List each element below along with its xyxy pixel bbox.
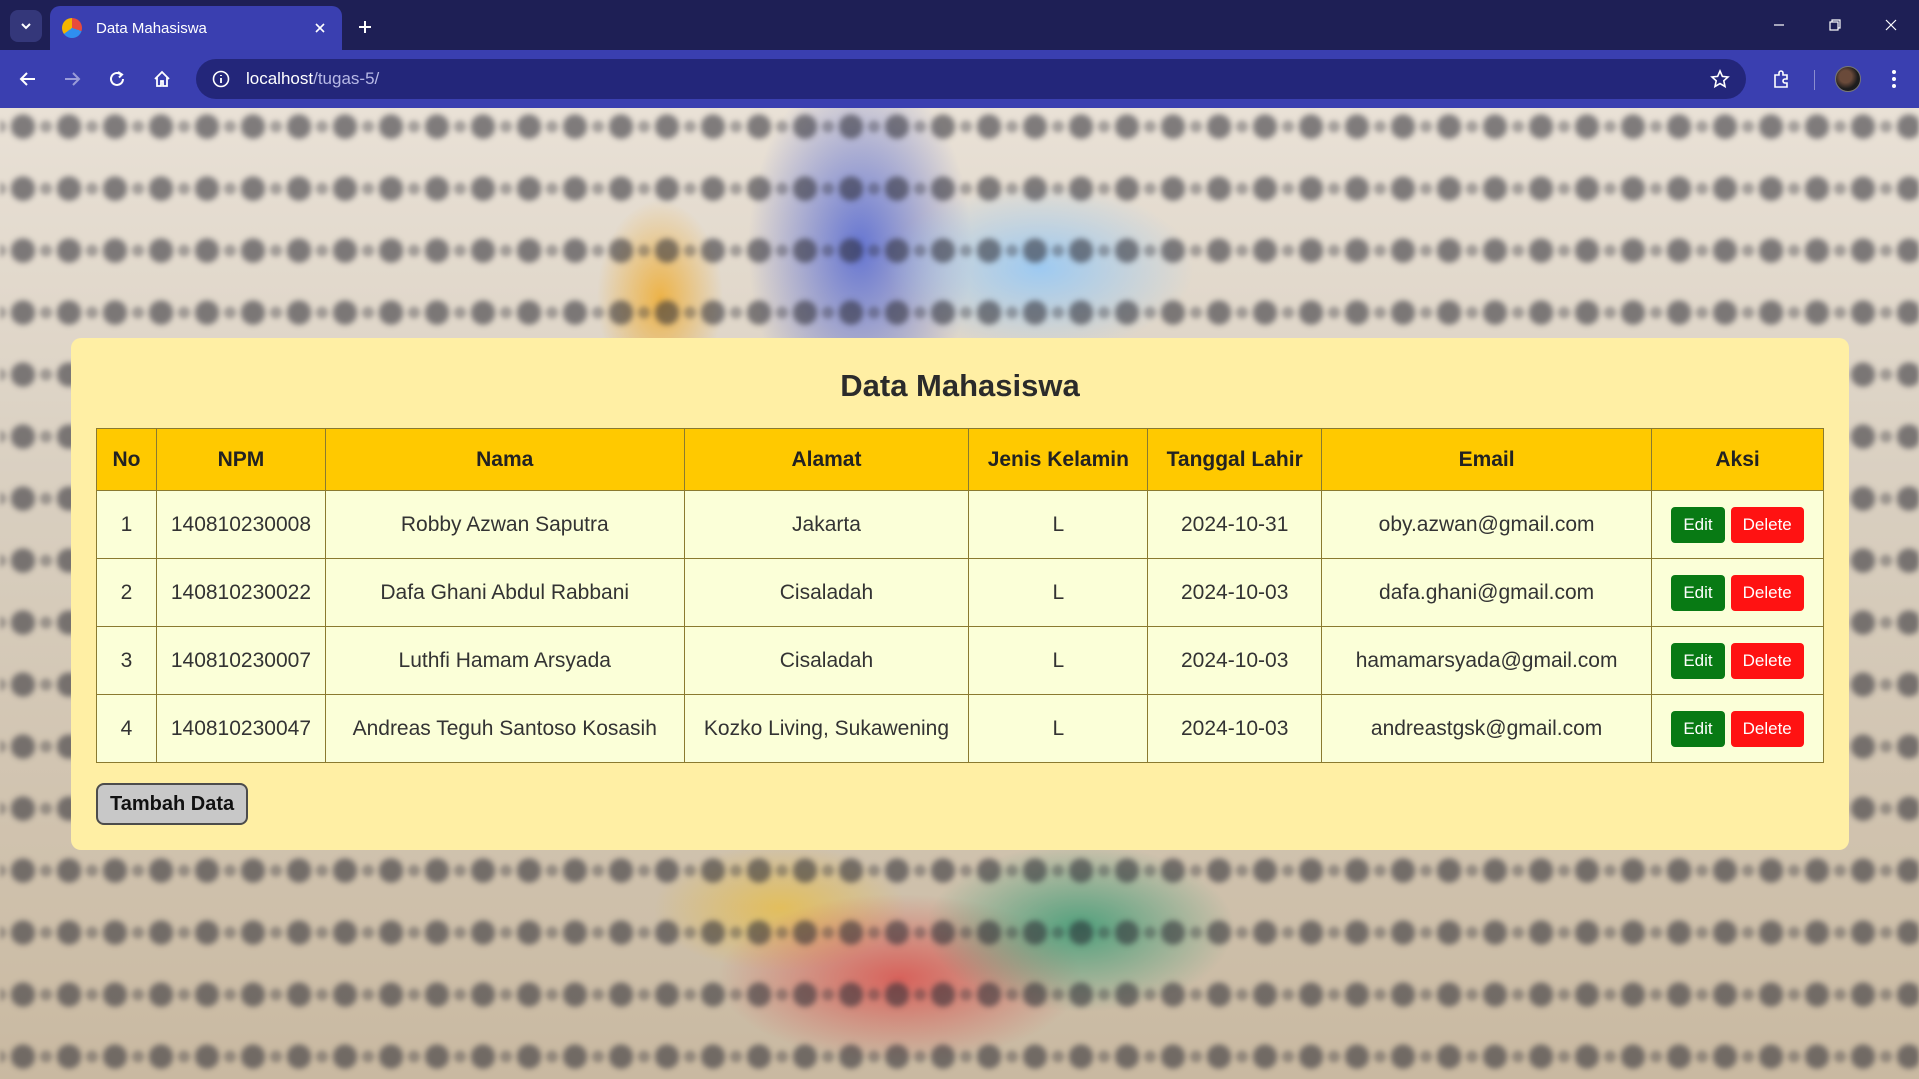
table-row: 2 140810230022 Dafa Ghani Abdul Rabbani …	[96, 558, 1824, 627]
cell-no: 2	[96, 558, 157, 627]
header-alamat: Alamat	[683, 428, 970, 491]
cell-alamat: Jakarta	[683, 490, 970, 559]
cell-nama: Dafa Ghani Abdul Rabbani	[324, 558, 685, 627]
cell-nama: Robby Azwan Saputra	[324, 490, 685, 559]
cell-tanggal-lahir: 2024-10-03	[1147, 626, 1323, 695]
cell-alamat: Kozko Living, Sukawening	[683, 694, 970, 763]
header-jenis-kelamin: Jenis Kelamin	[968, 428, 1149, 491]
cell-jenis-kelamin: L	[968, 558, 1149, 627]
tab-bar: Data Mahasiswa	[0, 0, 1919, 50]
home-icon	[154, 70, 170, 87]
browser-toolbar: localhost/tugas-5/	[0, 50, 1919, 108]
minimize-button[interactable]	[1751, 0, 1807, 50]
cell-jenis-kelamin: L	[968, 626, 1149, 695]
page-title: Data Mahasiswa	[840, 368, 1080, 403]
back-button[interactable]	[12, 63, 44, 95]
table-row: 1 140810230008 Robby Azwan Saputra Jakar…	[96, 490, 1824, 559]
cell-email: hamamarsyada@gmail.com	[1321, 626, 1653, 695]
delete-button[interactable]: Delete	[1730, 642, 1804, 679]
table-row: 3 140810230007 Luthfi Hamam Arsyada Cisa…	[96, 626, 1824, 695]
tab-close-button[interactable]	[310, 18, 330, 38]
toolbar-divider	[1814, 70, 1815, 90]
menu-icon	[1892, 70, 1896, 88]
cell-aksi: Edit Delete	[1651, 626, 1824, 695]
header-email: Email	[1321, 428, 1653, 491]
cell-email: oby.azwan@gmail.com	[1321, 490, 1653, 559]
plus-icon	[359, 21, 371, 33]
cell-alamat: Cisaladah	[683, 558, 970, 627]
add-data-button[interactable]: Tambah Data	[96, 783, 249, 825]
restore-icon	[1829, 19, 1841, 31]
cell-tanggal-lahir: 2024-10-31	[1147, 490, 1323, 559]
back-icon	[19, 72, 35, 86]
edit-button[interactable]: Edit	[1671, 710, 1725, 747]
cell-jenis-kelamin: L	[968, 490, 1149, 559]
restore-button[interactable]	[1807, 0, 1863, 50]
window-controls	[1751, 0, 1919, 50]
address-bar[interactable]: localhost/tugas-5/	[196, 59, 1746, 99]
cell-jenis-kelamin: L	[968, 694, 1149, 763]
star-icon	[1710, 69, 1730, 89]
delete-button[interactable]: Delete	[1730, 710, 1804, 747]
cell-aksi: Edit Delete	[1651, 490, 1824, 559]
cell-email: dafa.ghani@gmail.com	[1321, 558, 1653, 627]
window-close-button[interactable]	[1863, 0, 1919, 50]
delete-button[interactable]: Delete	[1730, 506, 1804, 543]
cell-no: 4	[96, 694, 157, 763]
tab-title: Data Mahasiswa	[96, 19, 207, 37]
cell-aksi: Edit Delete	[1651, 558, 1824, 627]
new-tab-button[interactable]	[350, 12, 380, 42]
delete-button[interactable]: Delete	[1730, 574, 1804, 611]
favicon-icon	[62, 18, 82, 38]
table-header-row: No NPM Nama Alamat Jenis Kelamin Tanggal…	[96, 428, 1824, 491]
cell-npm: 140810230022	[155, 558, 326, 627]
minimize-icon	[1774, 24, 1784, 26]
url-host: localhost	[246, 69, 314, 88]
forward-button[interactable]	[56, 63, 88, 95]
edit-button[interactable]: Edit	[1671, 506, 1725, 543]
forward-icon	[65, 72, 81, 86]
cell-alamat: Cisaladah	[683, 626, 970, 695]
header-nama: Nama	[324, 428, 685, 491]
close-icon	[315, 23, 325, 33]
home-button[interactable]	[146, 63, 178, 95]
bookmark-button[interactable]	[1708, 67, 1732, 91]
cell-nama: Andreas Teguh Santoso Kosasih	[324, 694, 685, 763]
cell-email: andreastgsk@gmail.com	[1321, 694, 1653, 763]
cell-npm: 140810230007	[155, 626, 326, 695]
extensions-button[interactable]	[1765, 63, 1797, 95]
reload-button[interactable]	[101, 63, 133, 95]
header-npm: NPM	[155, 428, 326, 491]
extensions-icon	[1774, 70, 1788, 88]
header-no: No	[96, 428, 157, 491]
cell-tanggal-lahir: 2024-10-03	[1147, 694, 1323, 763]
browser-menu-button[interactable]	[1878, 63, 1910, 95]
cell-no: 1	[96, 490, 157, 559]
student-table: No NPM Nama Alamat Jenis Kelamin Tanggal…	[96, 428, 1824, 763]
data-card: Data Mahasiswa No NPM Nama Alamat Jenis …	[71, 338, 1849, 850]
chevron-down-icon	[21, 23, 31, 30]
cell-nama: Luthfi Hamam Arsyada	[324, 626, 685, 695]
window-close-icon	[1885, 19, 1897, 31]
browser-tab[interactable]: Data Mahasiswa	[50, 6, 342, 50]
profile-avatar[interactable]	[1835, 66, 1861, 92]
cell-tanggal-lahir: 2024-10-03	[1147, 558, 1323, 627]
reload-icon	[110, 71, 124, 86]
cell-no: 3	[96, 626, 157, 695]
site-info-button[interactable]	[208, 66, 234, 92]
edit-button[interactable]: Edit	[1671, 642, 1725, 679]
cell-npm: 140810230047	[155, 694, 326, 763]
header-tanggal-lahir: Tanggal Lahir	[1147, 428, 1323, 491]
header-aksi: Aksi	[1651, 428, 1824, 491]
cell-aksi: Edit Delete	[1651, 694, 1824, 763]
site-info-icon	[212, 70, 230, 88]
tab-search-button[interactable]	[10, 10, 42, 42]
table-row: 4 140810230047 Andreas Teguh Santoso Kos…	[96, 694, 1824, 763]
edit-button[interactable]: Edit	[1671, 574, 1725, 611]
page-viewport: Data Mahasiswa No NPM Nama Alamat Jenis …	[0, 108, 1919, 1079]
cell-npm: 140810230008	[155, 490, 326, 559]
url-path: /tugas-5/	[313, 69, 380, 88]
